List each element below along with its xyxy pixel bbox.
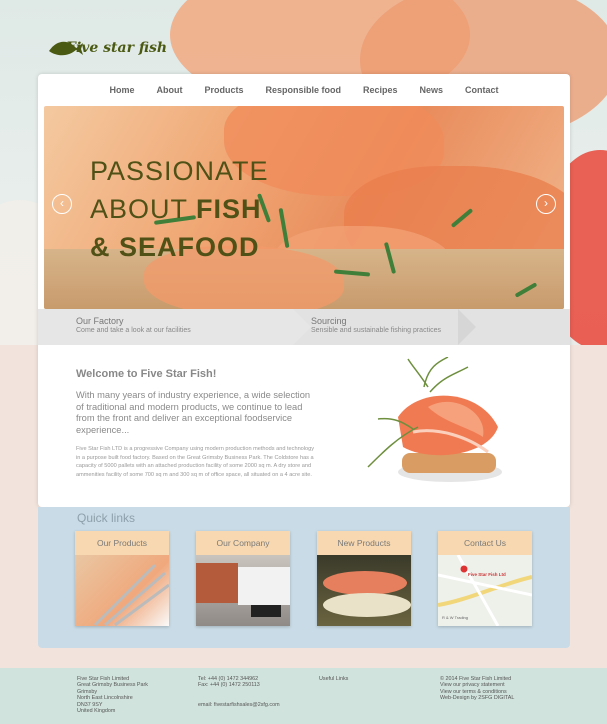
nav-home[interactable]: Home: [98, 85, 145, 95]
location-map[interactable]: Five Star Fish Ltd R & W Trading: [438, 555, 532, 626]
map-place-label: R & W Trading: [442, 615, 469, 620]
tab-subtitle: Come and take a look at our facilities: [76, 327, 191, 334]
welcome-title: Welcome to Five Star Fish!: [76, 368, 217, 380]
feature-tabs: Our Factory Come and take a look at our …: [38, 309, 570, 345]
nav-products[interactable]: Products: [193, 85, 254, 95]
welcome-body: Five Star Fish LTD is a progressive Comp…: [76, 446, 315, 478]
footer-privacy-link[interactable]: View our privacy statement: [440, 682, 514, 688]
card-title: New Products: [317, 531, 411, 555]
salmon-dish-image: [367, 357, 502, 482]
main-nav: Home About Products Responsible food Rec…: [38, 74, 570, 106]
footer-address-line: Great Grimsby Business Park: [77, 682, 148, 689]
card-our-products[interactable]: Our Products: [75, 531, 169, 626]
footer-credit-link[interactable]: Web-Design by 2SFG DIGITAL: [440, 695, 514, 701]
headline-line-1: PASSIONATE: [90, 156, 269, 186]
nav-responsible-food[interactable]: Responsible food: [254, 85, 352, 95]
tab-subtitle: Sensible and sustainable fishing practic…: [311, 327, 441, 334]
card-new-products[interactable]: New Products: [317, 531, 411, 626]
tab-divider: [458, 309, 476, 345]
headline-line-2: ABOUT FISH: [90, 190, 269, 228]
footer-contact: Tel: +44 (0) 1472 344962 Fax: +44 (0) 14…: [198, 676, 280, 708]
card-contact-us[interactable]: Contact Us Five Star Fish Ltd R & W Trad…: [438, 531, 532, 626]
footer-legal: © 2014 Five Star Fish Limited View our p…: [440, 676, 514, 702]
quick-links-title: Quick links: [77, 511, 136, 525]
tab-title: Our Factory: [76, 316, 124, 326]
welcome-lead: With many years of industry experience, …: [76, 390, 311, 435]
footer-fax: Fax: +44 (0) 1472 250113: [198, 682, 260, 689]
chevron-right-icon[interactable]: ›: [536, 194, 556, 214]
tab-our-factory[interactable]: Our Factory Come and take a look at our …: [38, 309, 293, 345]
card-title: Our Products: [75, 531, 169, 555]
nav-recipes[interactable]: Recipes: [352, 85, 409, 95]
nav-about[interactable]: About: [145, 85, 193, 95]
card-title: Contact Us: [438, 531, 532, 555]
card-title: Our Company: [196, 531, 290, 555]
footer-address-line: United Kingdom: [77, 708, 116, 715]
hero-headline: PASSIONATE ABOUT FISH & SEAFOOD: [90, 152, 269, 266]
headline-fish: FISH: [196, 194, 262, 224]
welcome-section: Welcome to Five Star Fish! With many yea…: [76, 368, 316, 479]
hero-slider[interactable]: PASSIONATE ABOUT FISH & SEAFOOD ‹ ›: [44, 106, 564, 309]
tab-title: Sourcing: [311, 316, 347, 326]
footer-address: Five Star Fish Limited Great Grimsby Bus…: [77, 676, 148, 714]
products-image: [75, 555, 169, 626]
headline-about: ABOUT: [90, 194, 188, 224]
footer-email-link[interactable]: email: fivestarfishsales@2sfg.com: [198, 702, 280, 708]
company-image: [196, 555, 290, 626]
footer-useful-links[interactable]: Useful Links: [319, 676, 348, 682]
nav-contact[interactable]: Contact: [454, 85, 510, 95]
tab-sourcing[interactable]: Sourcing Sensible and sustainable fishin…: [273, 309, 570, 345]
main-panel: Home About Products Responsible food Rec…: [38, 74, 570, 507]
card-our-company[interactable]: Our Company: [196, 531, 290, 626]
map-marker-label: Five Star Fish Ltd: [468, 572, 506, 577]
headline-line-3: & SEAFOOD: [90, 232, 260, 262]
logo-text[interactable]: Five star fish: [66, 40, 167, 56]
new-products-image: [317, 555, 411, 626]
nav-news[interactable]: News: [409, 85, 455, 95]
chevron-left-icon[interactable]: ‹: [52, 194, 72, 214]
